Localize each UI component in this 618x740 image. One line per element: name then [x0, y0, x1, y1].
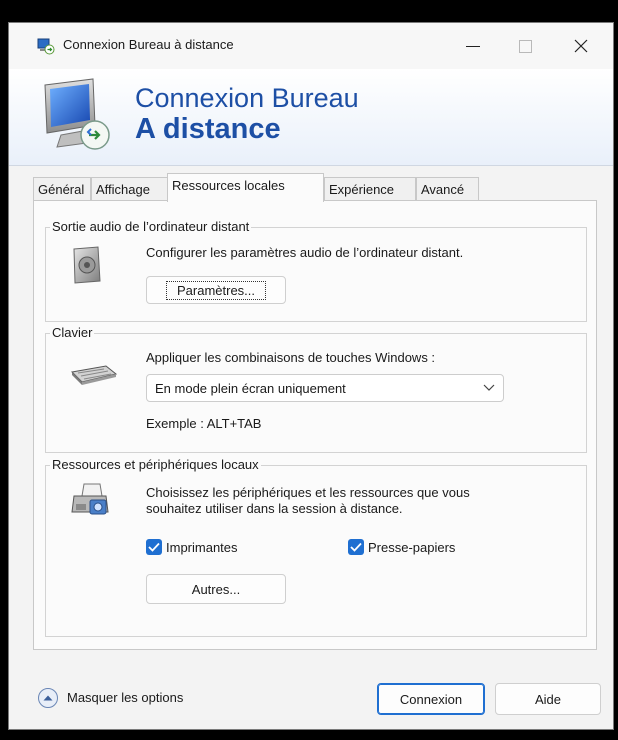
- collapse-options-icon[interactable]: [37, 687, 59, 709]
- local-devices-description-line1: Choisissez les périphériques et les ress…: [146, 485, 470, 500]
- connect-button[interactable]: Connexion: [377, 683, 485, 715]
- local-devices-description-line2: souhaitez utiliser dans la session à dis…: [146, 501, 403, 516]
- maximize-button[interactable]: [503, 31, 547, 61]
- maximize-icon: [518, 39, 532, 53]
- printers-label[interactable]: Imprimantes: [166, 540, 238, 555]
- more-devices-button[interactable]: Autres...: [146, 574, 286, 604]
- audio-settings-button[interactable]: Paramètres...: [146, 276, 286, 304]
- rdp-window: Connexion Bureau à distance Connexion Bu…: [8, 22, 614, 730]
- tab-advanced[interactable]: Avancé: [416, 177, 479, 201]
- minimize-button[interactable]: [451, 31, 495, 61]
- keyboard-group-label: Clavier: [50, 325, 95, 340]
- keyboard-example: Exemple : ALT+TAB: [146, 416, 262, 431]
- close-button[interactable]: [559, 31, 603, 61]
- minimize-icon: [466, 45, 480, 47]
- keyboard-description: Appliquer les combinaisons de touches Wi…: [146, 350, 436, 365]
- banner-title-line1: Connexion Bureau: [135, 83, 359, 113]
- title-bar[interactable]: Connexion Bureau à distance: [9, 23, 613, 69]
- remote-desktop-app-icon: [37, 38, 55, 55]
- close-icon: [574, 39, 588, 53]
- windows-key-combination-select[interactable]: En mode plein écran uniquement: [146, 374, 504, 402]
- help-button[interactable]: Aide: [495, 683, 601, 715]
- audio-settings-button-label: Paramètres...: [165, 280, 267, 300]
- clipboard-label[interactable]: Presse-papiers: [368, 540, 455, 555]
- audio-group-label: Sortie audio de l’ordinateur distant: [50, 219, 252, 234]
- local-devices-group: Ressources et périphériques locaux Chois…: [45, 457, 587, 637]
- tab-general[interactable]: Général: [33, 177, 91, 201]
- header-banner: Connexion Bureau A distance: [9, 69, 613, 166]
- hide-options-link[interactable]: Masquer les options: [67, 690, 183, 705]
- local-devices-group-label: Ressources et périphériques locaux: [50, 457, 261, 472]
- window-title: Connexion Bureau à distance: [63, 37, 234, 52]
- tab-local-resources[interactable]: Ressources locales: [167, 173, 324, 202]
- printers-checkbox[interactable]: [146, 539, 162, 555]
- audio-description: Configurer les paramètres audio de l’ord…: [146, 245, 464, 260]
- checkmark-icon: [148, 542, 160, 552]
- devices-icon: [71, 483, 109, 515]
- clipboard-checkbox[interactable]: [348, 539, 364, 555]
- local-resources-panel: Sortie audio de l’ordinateur distant Con…: [33, 200, 597, 650]
- banner-title-line2: A distance: [135, 113, 281, 145]
- chevron-down-icon: [483, 384, 495, 391]
- tab-experience[interactable]: Expérience: [324, 177, 416, 201]
- tab-display[interactable]: Affichage: [91, 177, 169, 201]
- windows-key-combination-value: En mode plein écran uniquement: [155, 381, 346, 396]
- remote-desktop-monitor-icon: [44, 78, 110, 150]
- keyboard-group: Clavier Appliquer les combinaisons de to…: [45, 325, 587, 453]
- keyboard-icon: [70, 365, 118, 385]
- checkmark-icon: [350, 542, 362, 552]
- audio-group: Sortie audio de l’ordinateur distant Con…: [45, 219, 587, 322]
- speaker-icon: [73, 246, 101, 284]
